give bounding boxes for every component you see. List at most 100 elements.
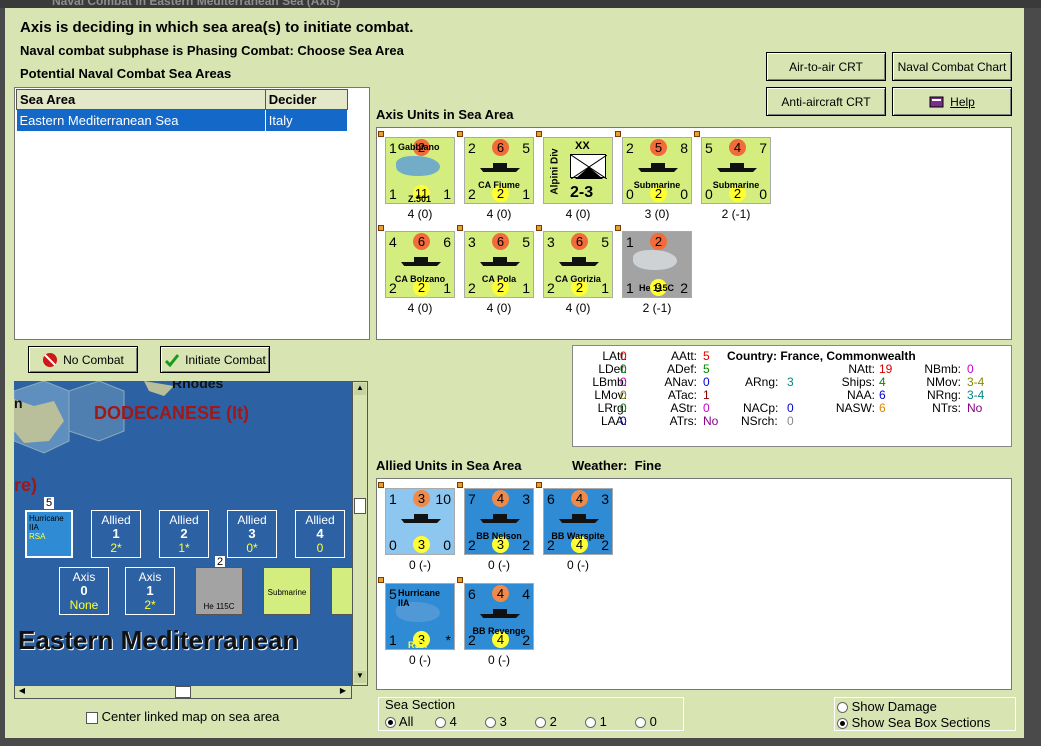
unit-counter[interactable]: 1 3 10 0 3 0 [385,488,455,555]
no-combat-button[interactable]: No Combat [28,346,138,373]
sea-section-4[interactable]: 4 [435,714,457,729]
unit-name: BB Warspite [551,531,605,541]
c2-3-value: 1 [703,388,710,402]
initiate-combat-button[interactable]: Initiate Combat [160,346,270,373]
initiate-combat-label: Initiate Combat [185,352,266,367]
allied-box-2[interactable]: Allied 2 1* [159,510,209,558]
sea-section-2[interactable]: 2 [535,714,557,729]
unit-name: He 115C [639,283,675,293]
nsrch-value: 0 [787,414,794,428]
unit-name: CA Bolzano [394,274,446,284]
radio-0-icon[interactable] [635,717,646,729]
weather-label: Weather: Fine [572,458,662,473]
show-damage-radio-icon[interactable] [837,702,848,714]
horizontal-scroll-thumb[interactable] [175,686,191,698]
unit-counter[interactable]: 7 4 3 2 3 2 BB Nelson [464,488,534,555]
c4-0-label: NAtt: [848,362,875,376]
unit-counter[interactable]: 2 6 5 2 2 1 CA Fiume [464,137,534,204]
window-title: Naval Combat in Eastern Mediterranean Se… [52,0,341,8]
map-unit-hurricane[interactable]: Hurricane IIA RSA [25,510,73,558]
unit-marker-icon [615,225,621,231]
unit-bottom-right: 0 [443,537,451,553]
unit-top-left: 6 [468,586,476,602]
radio-all-icon[interactable] [385,717,396,729]
unit-counter[interactable]: 2 5 8 0 2 0 Submarine [622,137,692,204]
c2-2-value: 0 [703,375,710,389]
scroll-left-arrow-icon[interactable]: ◀ [16,686,28,698]
show-sea-box-radio-icon[interactable] [837,718,848,730]
c2-1-value: 5 [703,362,710,376]
scroll-right-arrow-icon[interactable]: ▶ [337,686,349,698]
map-vertical-scrollbar[interactable]: ▲ ▼ [352,381,368,686]
map-unit-submarine[interactable]: Submarine [263,567,311,615]
unit-marker-icon [457,131,463,137]
unit-counter[interactable]: XX Alpini Div 2-3 [543,137,613,204]
unit-counter[interactable]: 5 1 3 * Hurricane IIA RSA [385,583,455,650]
unit-top-left: 6 [547,491,555,507]
ship-silhouette-icon [401,257,441,266]
nacp-label: NACp: [743,401,779,415]
ship-silhouette-icon [717,163,757,172]
unit-marker-icon [378,131,384,137]
naval-combat-chart-button[interactable]: Naval Combat Chart [892,52,1012,81]
anti-aircraft-crt-button[interactable]: Anti-aircraft CRT [766,87,886,116]
unit-counter[interactable]: 1 2 1 11 1 Gabbiano Z.501 [385,137,455,204]
allied-box-3[interactable]: Allied 3 0* [227,510,277,558]
c5-1-label: NMov: [926,375,961,389]
allied-box-4[interactable]: Allied 4 0 [295,510,345,558]
c1-4-label: LRrg: [597,401,627,415]
vertical-scroll-thumb[interactable] [354,498,366,514]
map-unit-partial[interactable] [331,567,352,615]
show-sea-box-option[interactable]: Show Sea Box Sections [837,715,990,730]
air-to-air-crt-button[interactable]: Air-to-air CRT [766,52,886,81]
unit-bottom-right: * [445,632,451,648]
unit-bottom-right: 1 [443,186,451,202]
center-map-checkbox[interactable] [86,711,98,724]
unit-counter[interactable]: 4 6 6 2 2 1 CA Bolzano [385,231,455,298]
sea-section-1[interactable]: 1 [585,714,607,729]
nacp-value: 0 [787,401,794,415]
unit-counter[interactable]: 1 2 1 9 2 He 115C [622,231,692,298]
scroll-down-arrow-icon[interactable]: ▼ [354,671,366,683]
unit-counter[interactable]: 6 4 4 2 4 2 BB Revenge [464,583,534,650]
unit-top-mid: 6 [571,233,588,250]
scroll-up-arrow-icon[interactable]: ▲ [354,383,366,395]
center-map-option[interactable]: Center linked map on sea area [86,709,279,724]
unit-marker-icon [378,225,384,231]
map-unit-he115c[interactable]: He 115C [195,567,243,615]
unit-name: CA Gorizia [555,274,601,284]
unit-top-mid: 4 [729,139,746,156]
allied-box-1[interactable]: Allied 1 2* [91,510,141,558]
unit-counter[interactable]: 5 4 7 0 2 0 Submarine [701,137,771,204]
unit-counter[interactable]: 3 6 5 2 2 1 CA Pola [464,231,534,298]
axis-section-label: Axis Units in Sea Area [376,107,514,122]
axis-box-1[interactable]: Axis 1 2* [125,567,175,615]
sea-section-0[interactable]: 0 [635,714,657,729]
sea-section-all[interactable]: All [385,714,413,729]
map-horizontal-scrollbar[interactable]: ◀ ▶ [14,685,352,699]
checkmark-icon [165,353,180,367]
sea-area-map[interactable]: Rhodes n DODECANESE (It) re) 5 Hurricane… [14,381,352,686]
sea-section-3[interactable]: 3 [485,714,507,729]
show-damage-option[interactable]: Show Damage [837,699,937,714]
radio-3-icon[interactable] [485,717,496,729]
col-sea-area[interactable]: Sea Area [16,89,266,110]
unit-counter[interactable]: 3 6 5 2 2 1 CA Gorizia [543,231,613,298]
radio-4-icon[interactable] [435,717,446,729]
c1-3-value: 0 [620,388,627,402]
aircraft-icon [633,250,677,270]
help-button[interactable]: Help [892,87,1012,116]
decider-cell[interactable]: Italy [265,109,349,131]
help-label: Help [950,94,975,109]
unit-marker-icon [378,482,384,488]
infantry-symbol-icon [570,154,608,180]
col-decider[interactable]: Decider [264,89,349,110]
axis-box-0[interactable]: Axis 0 None [59,567,109,615]
radio-1-icon[interactable] [585,717,596,729]
unit-value-caption: 0 (-) [409,558,431,572]
radio-2-icon[interactable] [535,717,546,729]
table-row[interactable]: Eastern Mediterranean Sea Italy [16,109,349,131]
c5-3-value: No [967,401,983,415]
sea-cell[interactable]: Eastern Mediterranean Sea [16,109,266,131]
unit-counter[interactable]: 6 4 3 2 4 2 BB Warspite [543,488,613,555]
